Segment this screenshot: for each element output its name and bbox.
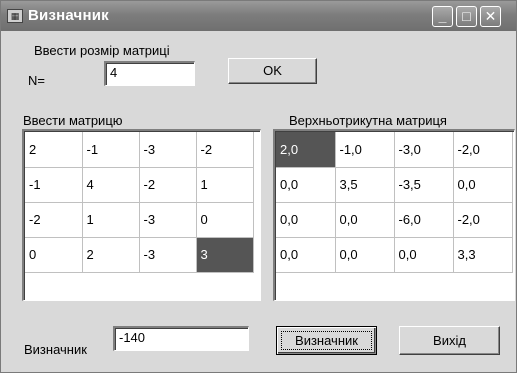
input-matrix-label: Ввести матрицю — [23, 113, 123, 128]
table-cell[interactable]: 0,0 — [453, 167, 513, 203]
result-matrix-label: Верхньотрикутна матриця — [289, 113, 447, 128]
size-label: Ввести розмір матриці — [34, 43, 170, 58]
table-cell[interactable]: 2,0 — [276, 132, 336, 168]
determinant-button[interactable]: Визначник — [276, 326, 377, 355]
table-cell[interactable]: -2 — [25, 202, 83, 238]
table-row: -2 1 -3 0 — [25, 202, 254, 238]
table-cell[interactable]: 4 — [82, 167, 140, 203]
table-cell[interactable]: -1,0 — [335, 132, 395, 168]
ok-button[interactable]: OK — [228, 58, 317, 84]
table-cell[interactable]: 0,0 — [276, 237, 336, 273]
input-matrix-grid[interactable]: 2 -1 -3 -2 -1 4 -2 1 -2 1 -3 0 0 2 -3 3 — [22, 129, 261, 301]
table-cell[interactable]: 2 — [25, 132, 83, 168]
determinant-button-label: Визначник — [295, 333, 358, 348]
table-cell[interactable]: 0,0 — [335, 237, 395, 273]
maximize-button[interactable]: □ — [456, 6, 477, 27]
main-window: ▦ Визначник _ □ ✕ Ввести розмір матриці … — [0, 0, 517, 373]
table-row: -1 4 -2 1 — [25, 167, 254, 203]
table-row: 0,0 3,5 -3,5 0,0 — [276, 167, 513, 203]
result-matrix-grid[interactable]: 2,0 -1,0 -3,0 -2,0 0,0 3,5 -3,5 0,0 0,0 0,0 -6,0 -2… — [273, 129, 515, 301]
table-row: 2 -1 -3 -2 — [25, 132, 254, 168]
input-matrix-table: 2 -1 -3 -2 -1 4 -2 1 -2 1 -3 0 0 2 -3 3 — [25, 132, 254, 273]
table-cell[interactable]: -2,0 — [453, 132, 513, 168]
table-cell[interactable]: 1 — [82, 202, 140, 238]
result-matrix-table: 2,0 -1,0 -3,0 -2,0 0,0 3,5 -3,5 0,0 0,0 0,0 -6,0 -2… — [276, 132, 513, 273]
table-cell[interactable]: 1 — [196, 167, 254, 203]
table-cell[interactable]: 0,0 — [276, 202, 336, 238]
table-cell[interactable]: 3 — [196, 237, 254, 273]
title-bar[interactable]: ▦ Визначник _ □ ✕ — [1, 1, 516, 31]
table-cell[interactable]: -3,0 — [394, 132, 454, 168]
table-cell[interactable]: 0,0 — [335, 202, 395, 238]
determinant-label: Визначник — [24, 342, 87, 357]
table-cell[interactable]: -3 — [139, 237, 197, 273]
table-cell[interactable]: 0 — [25, 237, 83, 273]
minimize-button[interactable]: _ — [432, 6, 453, 27]
app-icon[interactable]: ▦ — [7, 9, 23, 23]
exit-button[interactable]: Вихід — [399, 326, 500, 355]
table-cell[interactable]: -3 — [139, 132, 197, 168]
table-cell[interactable]: -6,0 — [394, 202, 454, 238]
table-cell[interactable]: -1 — [82, 132, 140, 168]
table-cell[interactable]: -3 — [139, 202, 197, 238]
window-title: Визначник — [28, 7, 109, 24]
table-cell[interactable]: 0 — [196, 202, 254, 238]
close-button[interactable]: ✕ — [480, 6, 501, 27]
table-cell[interactable]: -3,5 — [394, 167, 454, 203]
table-row: 2,0 -1,0 -3,0 -2,0 — [276, 132, 513, 168]
table-cell[interactable]: 3,5 — [335, 167, 395, 203]
table-row: 0 2 -3 3 — [25, 237, 254, 273]
table-row: 0,0 0,0 -6,0 -2,0 — [276, 202, 513, 238]
table-cell[interactable]: -2 — [139, 167, 197, 203]
determinant-output[interactable]: -140 — [113, 326, 249, 351]
size-input[interactable]: 4 — [104, 61, 195, 86]
table-cell[interactable]: -1 — [25, 167, 83, 203]
table-cell[interactable]: 0,0 — [394, 237, 454, 273]
table-cell[interactable]: 3,3 — [453, 237, 513, 273]
table-cell[interactable]: -2 — [196, 132, 254, 168]
table-row: 0,0 0,0 0,0 3,3 — [276, 237, 513, 273]
n-label: N= — [28, 73, 45, 88]
table-cell[interactable]: -2,0 — [453, 202, 513, 238]
table-cell[interactable]: 2 — [82, 237, 140, 273]
table-cell[interactable]: 0,0 — [276, 167, 336, 203]
